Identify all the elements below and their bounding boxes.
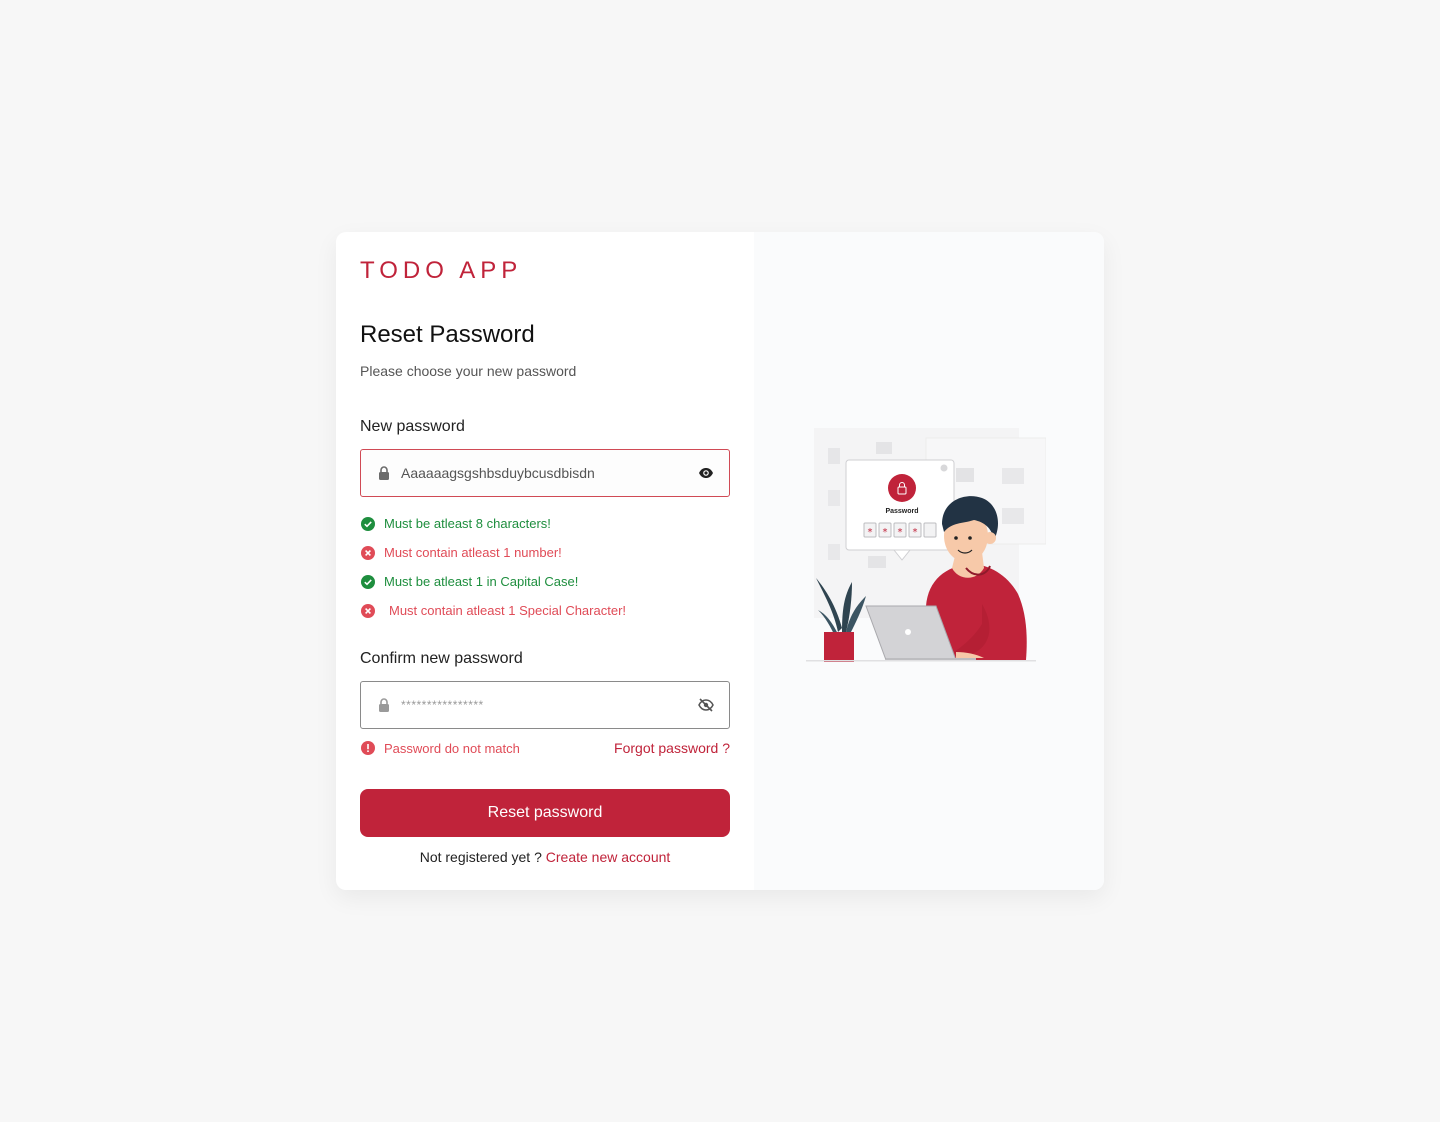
rule-item: Must contain atleast 1 Special Character… <box>360 596 730 625</box>
svg-text:*: * <box>898 527 903 538</box>
lock-icon <box>377 698 391 712</box>
new-password-label: New password <box>360 418 465 435</box>
lock-icon <box>377 466 391 480</box>
page-subtitle: Please choose your new password <box>360 363 577 379</box>
register-prompt: Not registered yet ? Create new account <box>419 849 671 865</box>
alert-circle-icon <box>360 741 375 756</box>
confirm-password-input[interactable]: **************** <box>401 696 697 714</box>
file-icon <box>828 544 840 560</box>
folder-icon <box>1002 508 1024 524</box>
eye-off-icon[interactable] <box>697 696 715 714</box>
app-logo: TODO APP <box>360 257 523 284</box>
rule-item: Must be atleast 8 characters! <box>360 509 730 538</box>
illustration-panel: Password * * * * <box>754 232 1104 890</box>
forgot-password-link[interactable]: Forgot password ? <box>614 740 730 756</box>
password-illustration: Password * * * * <box>806 428 1046 662</box>
create-account-link[interactable]: Create new account <box>546 849 671 865</box>
reset-card: TODO APP Reset Password Please choose yo… <box>336 232 1104 890</box>
form-panel: TODO APP Reset Password Please choose yo… <box>336 232 754 890</box>
check-circle-icon <box>360 516 375 531</box>
svg-text:*: * <box>868 527 873 538</box>
rule-item: Must be atleast 1 in Capital Case! <box>360 567 730 596</box>
popup-caption: Password <box>885 508 918 515</box>
folder-icon <box>1002 468 1024 484</box>
folder-icon <box>956 468 974 482</box>
new-password-input[interactable]: Aaaaaagsgshbsduybcusdbisdn <box>401 464 697 482</box>
masked-boxes: * * * * <box>863 522 937 538</box>
svg-text:*: * <box>913 527 918 538</box>
folder-icon <box>868 556 886 568</box>
lock-badge <box>888 474 916 502</box>
new-password-field[interactable]: Aaaaaagsgshbsduybcusdbisdn <box>360 449 730 497</box>
eye-icon[interactable] <box>697 464 715 482</box>
file-icon <box>828 490 840 506</box>
check-circle-icon <box>360 574 375 589</box>
page-title: Reset Password <box>360 321 535 348</box>
folder-icon <box>876 442 892 454</box>
x-circle-icon <box>360 545 375 560</box>
rule-item: Must contain atleast 1 number! <box>360 538 730 567</box>
password-rules: Must be atleast 8 characters! Must conta… <box>360 509 730 625</box>
mismatch-message: Password do not match <box>360 741 520 756</box>
svg-text:*: * <box>883 527 888 538</box>
desk-line <box>806 660 1036 662</box>
file-icon <box>828 448 840 464</box>
confirm-feedback-row: Password do not match Forgot password ? <box>360 740 730 756</box>
x-circle-icon <box>360 603 375 618</box>
confirm-password-label: Confirm new password <box>360 650 523 667</box>
reset-password-button[interactable]: Reset password <box>360 789 730 837</box>
confirm-password-field[interactable]: **************** <box>360 681 730 729</box>
